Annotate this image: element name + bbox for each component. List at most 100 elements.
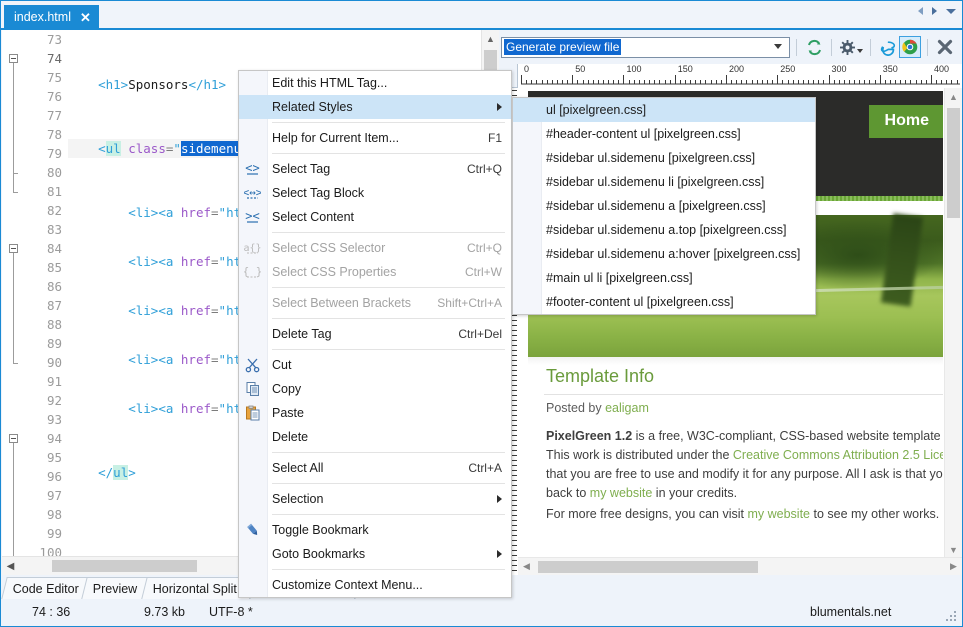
code-folding-column[interactable]: [2, 30, 26, 575]
preview-in-chrome-button[interactable]: [899, 36, 921, 58]
menu-item-delete[interactable]: Delete: [239, 425, 511, 449]
preview-hscroll-thumb[interactable]: [538, 561, 758, 573]
menu-item-copy[interactable]: Copy: [239, 377, 511, 401]
line-number: 97: [26, 486, 68, 505]
menu-item-shortcut: Shift+Ctrl+A: [437, 296, 502, 310]
fold-marker-94[interactable]: [9, 434, 18, 443]
preview-vertical-scrollbar[interactable]: ▲ ▼: [944, 88, 962, 558]
fold-marker-84[interactable]: [9, 244, 18, 253]
tab-next-icon[interactable]: [932, 7, 937, 15]
line-number: 74: [26, 49, 68, 68]
submenu-item[interactable]: #header-content ul [pixelgreen.css]: [513, 122, 815, 146]
tab-prev-icon[interactable]: [918, 7, 923, 15]
author-link[interactable]: ealigam: [605, 401, 649, 415]
close-icon: [936, 38, 954, 56]
my-website-link[interactable]: my website: [590, 486, 653, 500]
preview-horizontal-scrollbar[interactable]: ◀ ▶: [518, 557, 962, 575]
related-styles-submenu[interactable]: ul [pixelgreen.css]#header-content ul [p…: [512, 97, 816, 315]
menu-item-label: Select Tag: [272, 162, 457, 176]
menu-item-label: Copy: [272, 382, 502, 396]
menu-item-edit-this-html-tag[interactable]: Edit this HTML Tag...: [239, 71, 511, 95]
menu-item-select-tag[interactable]: <>Select TagCtrl+Q: [239, 157, 511, 181]
menu-item-label: Toggle Bookmark: [272, 523, 502, 537]
preview-mode-combobox[interactable]: Generate preview file: [501, 37, 790, 58]
editor-hscroll-thumb[interactable]: [52, 560, 197, 572]
menu-item-toggle-bookmark[interactable]: Toggle Bookmark: [239, 518, 511, 542]
menu-item-shortcut: Ctrl+A: [468, 461, 502, 475]
status-brand: blumentals.net: [810, 605, 891, 619]
scroll-left-icon[interactable]: ◀: [518, 558, 535, 575]
line-number: 95: [26, 448, 68, 467]
menu-item-select-content[interactable]: ><Select Content: [239, 205, 511, 229]
status-bar: 74 : 36 9.73 kb UTF-8 * blumentals.net: [2, 600, 962, 626]
resize-grip-icon[interactable]: [946, 611, 958, 623]
submenu-item[interactable]: #footer-content ul [pixelgreen.css]: [513, 290, 815, 314]
preview-vscroll-thumb[interactable]: [947, 108, 960, 218]
menu-item-selection[interactable]: Selection: [239, 487, 511, 511]
chevron-down-icon[interactable]: [857, 49, 863, 53]
submenu-item[interactable]: #sidebar ul.sidemenu a.top [pixelgreen.c…: [513, 218, 815, 242]
posted-by-line: Posted by ealigam: [546, 401, 649, 415]
application-window: index.html ✕ 73 74 75 76: [0, 0, 963, 627]
preview-settings-button[interactable]: [838, 36, 864, 58]
toolbar-separator: [927, 39, 928, 56]
menu-separator: [272, 569, 505, 570]
tab-index-html[interactable]: index.html ✕: [4, 5, 99, 29]
line-number: 75: [26, 68, 68, 87]
submenu-item[interactable]: #sidebar ul.sidemenu li [pixelgreen.css]: [513, 170, 815, 194]
submenu-item[interactable]: #sidebar ul.sidemenu a [pixelgreen.css]: [513, 194, 815, 218]
menu-item-goto-bookmarks[interactable]: Goto Bookmarks: [239, 542, 511, 566]
site-body: Template Info Posted by ealigam PixelGre…: [528, 357, 943, 561]
context-menu[interactable]: Edit this HTML Tag... Related Styles Help …: [238, 70, 512, 598]
submenu-item[interactable]: ul [pixelgreen.css]: [513, 98, 815, 122]
menu-item-shortcut: F1: [488, 131, 502, 145]
line-number: 94: [26, 429, 68, 448]
refresh-button[interactable]: [803, 36, 825, 58]
fold-marker-74[interactable]: [9, 54, 18, 63]
submenu-item-label: #sidebar ul.sidemenu a.top [pixelgreen.c…: [546, 223, 786, 237]
tab-list-dropdown-icon[interactable]: [946, 9, 956, 14]
preview-in-ie-button[interactable]: [877, 36, 899, 58]
menu-item-select-tag-block[interactable]: <↔>Select Tag Block: [239, 181, 511, 205]
gear-icon: [840, 40, 855, 55]
menu-item-label: Select Content: [272, 210, 502, 224]
menu-item-label: Edit this HTML Tag...: [272, 76, 502, 90]
menu-item-customize-context-menu[interactable]: Customize Context Menu...: [239, 573, 511, 597]
menu-item-delete-tag[interactable]: Delete TagCtrl+Del: [239, 322, 511, 346]
scroll-up-icon[interactable]: ▲: [945, 88, 962, 105]
svg-text:<>: <>: [245, 161, 259, 175]
menu-item-label: Select Between Brackets: [272, 296, 427, 310]
submenu-item-label: #sidebar ul.sidemenu [pixelgreen.css]: [546, 151, 755, 165]
submenu-item[interactable]: #sidebar ul.sidemenu a:hover [pixelgreen…: [513, 242, 815, 266]
scroll-down-icon[interactable]: ▼: [945, 541, 962, 558]
para-text: back to: [546, 486, 590, 500]
menu-item-cut[interactable]: Cut: [239, 353, 511, 377]
submenu-item-label: #sidebar ul.sidemenu a:hover [pixelgreen…: [546, 247, 800, 261]
fold-end-82: [13, 192, 18, 193]
close-preview-button[interactable]: [934, 36, 956, 58]
line-number: 79: [26, 144, 68, 163]
tab-navigation: [918, 7, 956, 15]
menu-item-related-styles[interactable]: Related Styles: [239, 95, 511, 119]
license-link[interactable]: Creative Commons Attribution 2.5 License…: [733, 448, 943, 462]
site-nav-home-link[interactable]: Home: [869, 105, 943, 138]
scroll-up-icon[interactable]: ▲: [482, 30, 499, 47]
tab-label: Preview: [93, 582, 137, 596]
svg-text:{ }: { }: [244, 265, 261, 278]
menu-item-help-for-current-item[interactable]: Help for Current Item...F1: [239, 126, 511, 150]
menu-item-paste[interactable]: Paste: [239, 401, 511, 425]
ruler-label: 50: [575, 64, 585, 74]
menu-item-select-all[interactable]: Select AllCtrl+A: [239, 456, 511, 480]
para-text: in your credits.: [652, 486, 737, 500]
toolbar-separator: [870, 39, 871, 56]
document-tab-bar: index.html ✕: [1, 1, 962, 29]
chevron-down-icon[interactable]: [774, 44, 782, 49]
scroll-left-icon[interactable]: ◀: [2, 557, 19, 575]
line-number: 87: [26, 296, 68, 315]
my-website-link-2[interactable]: my website: [747, 507, 810, 521]
submenu-arrow-icon: [497, 103, 502, 111]
tab-close-icon[interactable]: ✕: [80, 11, 91, 24]
scroll-right-icon[interactable]: ▶: [945, 558, 962, 575]
submenu-item[interactable]: #sidebar ul.sidemenu [pixelgreen.css]: [513, 146, 815, 170]
submenu-item[interactable]: #main ul li [pixelgreen.css]: [513, 266, 815, 290]
